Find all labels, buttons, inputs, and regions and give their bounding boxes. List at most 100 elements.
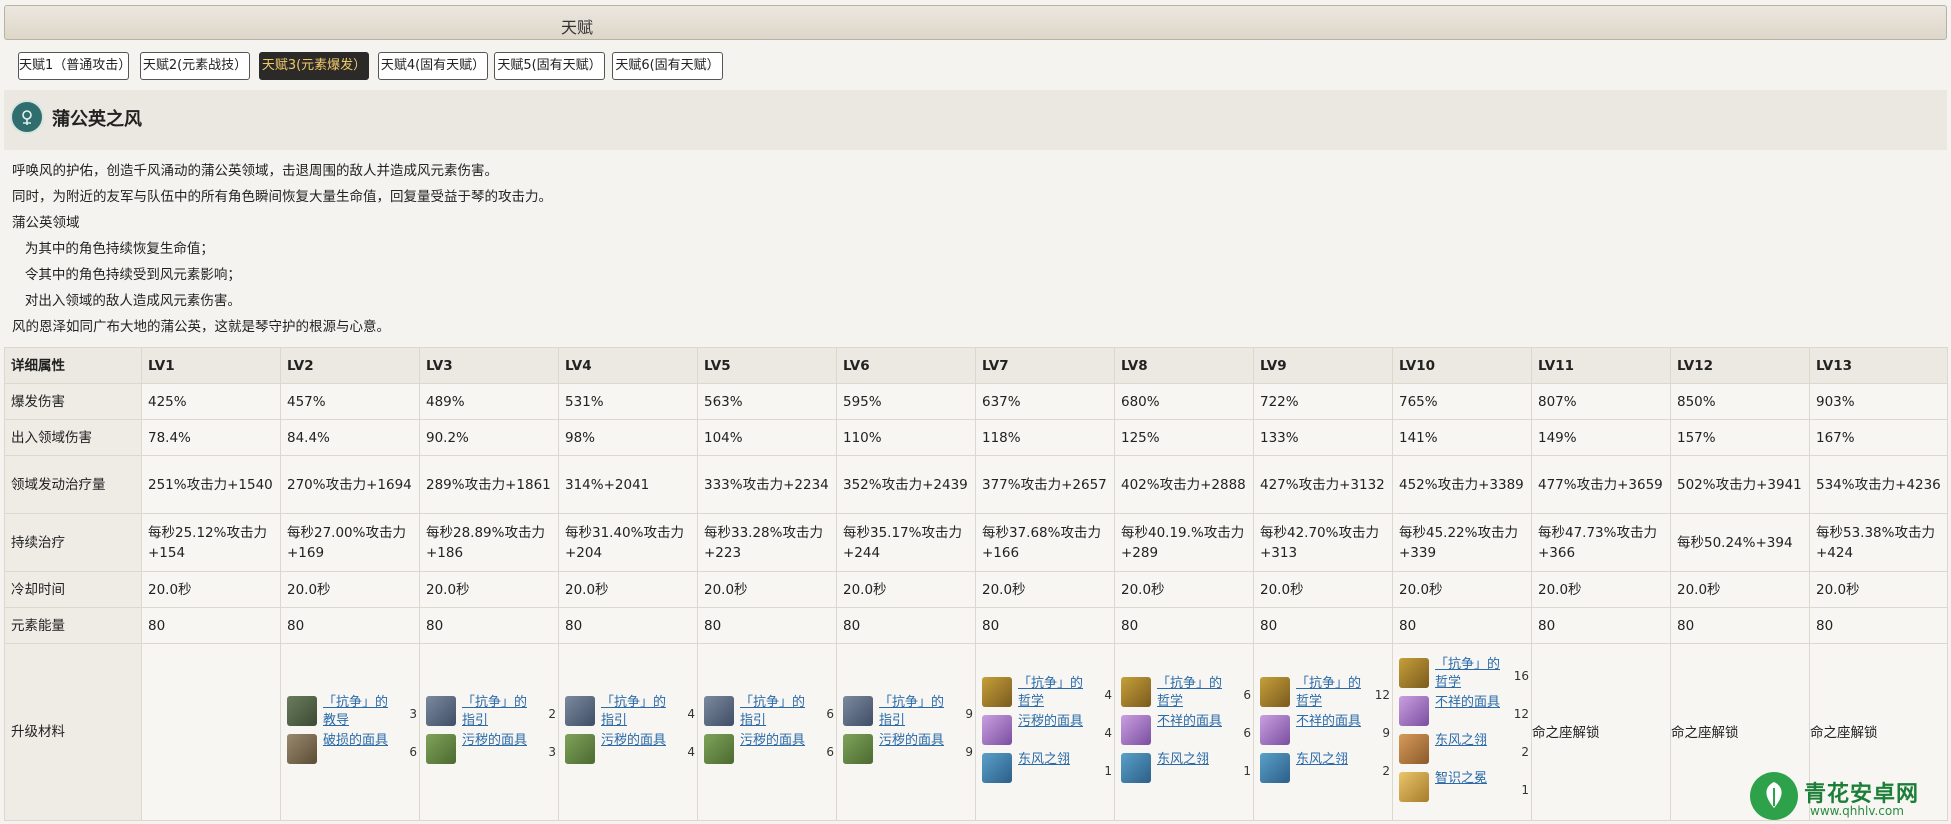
material-item[interactable]: 东风之翎 2 xyxy=(1260,751,1392,787)
tab-talent-5[interactable]: 天赋5(固有天赋） xyxy=(494,52,605,80)
material-item[interactable]: 污秽的面具 4 xyxy=(982,713,1114,749)
tab-talent-4[interactable]: 天赋4(固有天赋） xyxy=(378,52,488,80)
skill-header: 蒲公英之风 xyxy=(4,90,1947,150)
header-cell-level: LV5 xyxy=(697,347,837,384)
material-name-link[interactable]: 不祥的面具 xyxy=(1157,713,1231,731)
material-name-link[interactable]: 东风之翎 xyxy=(1435,732,1509,750)
talent-page: 天赋 天赋1（普通攻击） 天赋2(元素战技） 天赋3(元素爆发） 天赋4(固有天… xyxy=(0,0,1951,824)
table-cell: 637% xyxy=(975,383,1115,420)
material-item[interactable]: 「抗争」的指引 2 xyxy=(426,694,558,730)
material-item[interactable]: 污秽的面具 4 xyxy=(565,732,697,768)
material-item[interactable]: 污秽的面具 6 xyxy=(704,732,836,768)
table-cell: 402%攻击力+2888 xyxy=(1114,455,1254,514)
material-item[interactable]: 「抗争」的哲学 12 xyxy=(1260,675,1392,711)
material-name-link[interactable]: 污秽的面具 xyxy=(879,732,953,750)
material-name-link[interactable]: 破损的面具 xyxy=(323,732,397,750)
table-cell: 80 xyxy=(975,607,1115,644)
material-count: 4 xyxy=(687,707,695,721)
material-item[interactable]: 「抗争」的哲学 4 xyxy=(982,675,1114,711)
material-name-link[interactable]: 污秽的面具 xyxy=(1018,713,1092,731)
material-count: 4 xyxy=(1104,688,1112,702)
material-name-link[interactable]: 「抗争」的指引 xyxy=(462,694,536,730)
material-name-link[interactable]: 智识之冕 xyxy=(1435,770,1509,788)
description-line: 蒲公英领域 xyxy=(12,215,80,231)
table-cell: 80 xyxy=(419,607,559,644)
material-item[interactable]: 污秽的面具 3 xyxy=(426,732,558,768)
material-item[interactable]: 不祥的面具 6 xyxy=(1121,713,1253,749)
tab-talent-3[interactable]: 天赋3(元素爆发） xyxy=(259,52,369,80)
table-header-row: 详细属性 LV1 LV2 LV3 LV4 LV5 LV6 LV7 LV8 LV9 LV10 LV11 L… xyxy=(4,347,1948,384)
table-cell: 80 xyxy=(697,607,837,644)
table-cell: 680% xyxy=(1114,383,1254,420)
material-item[interactable]: 「抗争」的哲学 16 xyxy=(1399,656,1531,692)
tab-talent-2[interactable]: 天赋2(元素战技） xyxy=(140,52,250,80)
material-item[interactable]: 不祥的面具 12 xyxy=(1399,694,1531,730)
row-label: 元素能量 xyxy=(4,607,142,644)
material-item[interactable]: 东风之翎 1 xyxy=(1121,751,1253,787)
material-name-link[interactable]: 不祥的面具 xyxy=(1435,694,1509,712)
material-count: 6 xyxy=(826,745,834,759)
table-cell: 90.2% xyxy=(419,419,559,456)
material-icon xyxy=(1121,753,1151,783)
table-cell: 157% xyxy=(1670,419,1810,456)
material-name-link[interactable]: 「抗争」的哲学 xyxy=(1018,675,1092,711)
material-name-link[interactable]: 污秽的面具 xyxy=(740,732,814,750)
tab-talent-6[interactable]: 天赋6(固有天赋） xyxy=(612,52,723,80)
table-cell: 903% xyxy=(1809,383,1948,420)
material-item[interactable]: 东风之翎 2 xyxy=(1399,732,1531,768)
material-name-link[interactable]: 「抗争」的指引 xyxy=(740,694,814,730)
material-name-link[interactable]: 污秽的面具 xyxy=(462,732,536,750)
material-count: 12 xyxy=(1374,688,1390,702)
material-count: 4 xyxy=(687,745,695,759)
section-title-bar: 天赋 xyxy=(4,5,1947,40)
tab-talent-1[interactable]: 天赋1（普通攻击） xyxy=(18,52,131,80)
header-cell-level: LV9 xyxy=(1253,347,1393,384)
material-item[interactable]: 「抗争」的指引 9 xyxy=(843,694,975,730)
material-item[interactable]: 污秽的面具 9 xyxy=(843,732,975,768)
material-icon xyxy=(982,753,1012,783)
material-item[interactable]: 东风之翎 1 xyxy=(982,751,1114,787)
table-cell: 20.0秒 xyxy=(1392,571,1532,608)
material-icon xyxy=(426,696,456,726)
material-item[interactable]: 破损的面具 6 xyxy=(287,732,419,768)
material-name-link[interactable]: 「抗争」的哲学 xyxy=(1157,675,1231,711)
material-item[interactable]: 智识之冕 1 xyxy=(1399,770,1531,806)
table-row: 冷却时间 20.0秒 20.0秒 20.0秒 20.0秒 20.0秒 20.0秒 20.0秒 2… xyxy=(4,571,1948,608)
table-cell: 457% xyxy=(280,383,420,420)
table-cell: 251%攻击力+1540 xyxy=(141,455,281,514)
material-item[interactable]: 「抗争」的指引 6 xyxy=(704,694,836,730)
material-name-link[interactable]: 污秽的面具 xyxy=(601,732,675,750)
material-item[interactable]: 「抗争」的指引 4 xyxy=(565,694,697,730)
material-name-link[interactable]: 东风之翎 xyxy=(1157,751,1231,769)
material-item[interactable]: 「抗争」的哲学 6 xyxy=(1121,675,1253,711)
table-cell: 80 xyxy=(1253,607,1393,644)
table-cell: 270%攻击力+1694 xyxy=(280,455,420,514)
materials-stack: 「抗争」的指引 4 污秽的面具 4 xyxy=(559,644,697,820)
material-item[interactable]: 不祥的面具 9 xyxy=(1260,713,1392,749)
material-name-link[interactable]: 「抗争」的教导 xyxy=(323,694,397,730)
material-name-link[interactable]: 「抗争」的指引 xyxy=(601,694,675,730)
header-cell-level: LV13 xyxy=(1809,347,1948,384)
table-cell: 80 xyxy=(141,607,281,644)
table-row: 元素能量 80 80 80 80 80 80 80 80 80 80 80 80 80 xyxy=(4,607,1948,644)
material-name-link[interactable]: 「抗争」的指引 xyxy=(879,694,953,730)
table-cell: 531% xyxy=(558,383,698,420)
material-name-link[interactable]: 东风之翎 xyxy=(1296,751,1370,769)
material-count: 2 xyxy=(1521,745,1529,759)
material-icon xyxy=(982,715,1012,745)
table-cell: 765% xyxy=(1392,383,1532,420)
material-item[interactable]: 「抗争」的教导 3 xyxy=(287,694,419,730)
material-icon xyxy=(1260,677,1290,707)
material-name-link[interactable]: 「抗争」的哲学 xyxy=(1296,675,1370,711)
material-name-link[interactable]: 东风之翎 xyxy=(1018,751,1092,769)
material-icon xyxy=(1399,734,1429,764)
materials-stack: 命之座解锁 xyxy=(1532,644,1670,820)
material-count: 6 xyxy=(1243,688,1251,702)
table-cell: 377%攻击力+2657 xyxy=(975,455,1115,514)
material-name-link[interactable]: 「抗争」的哲学 xyxy=(1435,656,1509,692)
header-cell-level: LV11 xyxy=(1531,347,1671,384)
materials-cell: 「抗争」的教导 3 破损的面具 6 xyxy=(280,643,420,821)
description-line: 同时，为附近的友军与队伍中的所有角色瞬间恢复大量生命值，回复量受益于琴的攻击力。 xyxy=(12,189,552,205)
material-name-link[interactable]: 不祥的面具 xyxy=(1296,713,1370,731)
table-cell: 每秒33.28%攻击力+223 xyxy=(697,513,837,572)
